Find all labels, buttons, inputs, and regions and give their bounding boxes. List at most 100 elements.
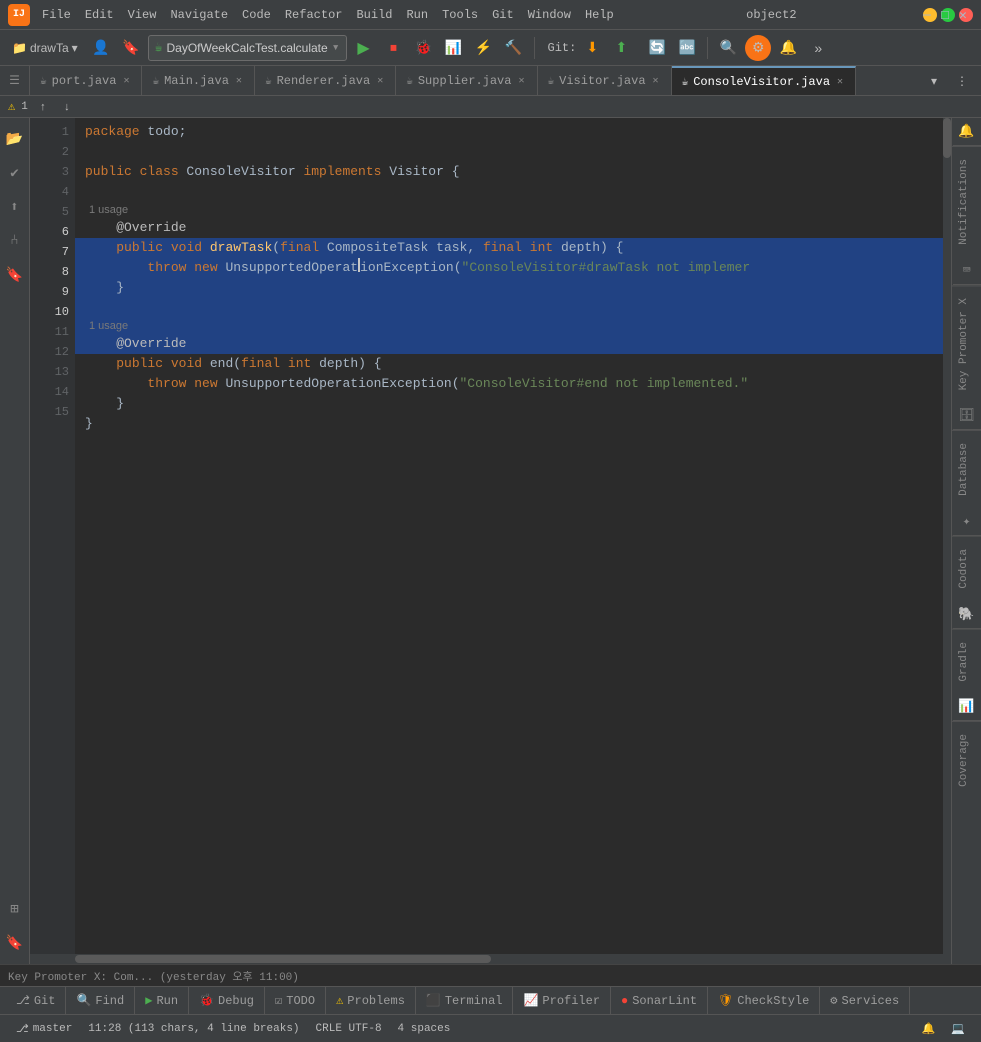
menu-bar[interactable]: File Edit View Navigate Code Refactor Bu… [36,6,620,24]
warning-count: 1 [21,101,28,113]
menu-tools[interactable]: Tools [436,6,484,24]
menu-help[interactable]: Help [579,6,620,24]
menu-code[interactable]: Code [236,6,277,24]
sidebar-structure-icon[interactable]: ⊞ [2,896,28,922]
right-panel-keypromoter-icon[interactable]: ⌨ [953,257,981,285]
menu-run[interactable]: Run [400,6,434,24]
tab-close-port[interactable]: ✕ [121,74,131,88]
menu-file[interactable]: File [36,6,77,24]
more-button[interactable]: » [805,35,831,61]
coverage-button[interactable]: 📊 [441,35,467,61]
right-panel-coverage[interactable]: Coverage [952,721,981,799]
tab-close-supplier[interactable]: ✕ [516,74,526,88]
tab-close-renderer[interactable]: ✕ [375,74,385,88]
translate-button[interactable]: 🔤 [674,35,700,61]
bottom-tab-run[interactable]: ▶ Run [135,987,189,1014]
menu-refactor[interactable]: Refactor [279,6,349,24]
code-token: final [280,238,319,258]
history-button[interactable]: 🔄 [644,35,670,61]
status-position[interactable]: 11:28 (113 chars, 4 line breaks) [80,1015,307,1042]
notifications-button[interactable]: 🔔 [775,35,801,61]
bookmark-button[interactable]: 🔖 [118,35,144,61]
menu-build[interactable]: Build [350,6,398,24]
sidebar-project-icon[interactable]: 📂 [2,126,28,152]
stop-button[interactable]: ⏹ [381,35,407,61]
menu-git[interactable]: Git [486,6,520,24]
menu-window[interactable]: Window [522,6,577,24]
project-dropdown[interactable]: 📁 drawTa ▾ [6,34,84,62]
git-pull-button[interactable]: ⬆ [608,35,634,61]
sidebar-github-icon[interactable]: ⑃ [2,228,28,254]
run-button[interactable]: ▶ [351,35,377,61]
menu-navigate[interactable]: Navigate [164,6,234,24]
maximize-button[interactable]: □ [941,8,955,22]
line-num-11: ⚙ 11 [30,322,69,342]
sidebar-pull-requests-icon[interactable]: ⬆ [2,194,28,220]
tab-dropdown-button[interactable]: ▾ [921,68,947,94]
debug-button[interactable]: 🐞 [411,35,437,61]
git-push-button[interactable]: ⬇ [579,35,605,61]
profile-button[interactable]: ⚡ [471,35,497,61]
tab-consolevisitor[interactable]: ☕ ConsoleVisitor.java ✕ [672,66,856,95]
status-bar: ⎇ master 11:28 (113 chars, 4 line breaks… [0,1014,981,1042]
bottom-tab-sonarlint[interactable]: ● SonarLint [611,987,708,1014]
right-panel-database-icon[interactable]: 🗄 [953,402,981,430]
right-panel-notifications[interactable]: Notifications [952,146,981,257]
tab-close-visitor[interactable]: ✕ [651,74,661,88]
window-controls[interactable]: ─ □ ✕ [923,8,973,22]
right-panel-notifications-icon[interactable]: 🔔 [953,118,981,146]
code-area[interactable]: package todo; public class ConsoleVisito… [75,118,951,954]
status-encoding[interactable]: CRLE UTF-8 [308,1015,390,1042]
user-button[interactable]: 👤 [88,35,114,61]
tab-main[interactable]: ☕ Main.java ✕ [142,66,254,95]
tab-close-main[interactable]: ✕ [234,74,244,88]
search-button[interactable]: 🔍 [715,35,741,61]
bottom-tab-terminal[interactable]: ⬛ Terminal [416,987,514,1014]
right-panel-codota-icon[interactable]: ✦ [953,508,981,536]
tab-port[interactable]: ☕ port.java ✕ [30,66,142,95]
tab-supplier[interactable]: ☕ Supplier.java ✕ [396,66,537,95]
vertical-scrollbar[interactable] [943,118,951,954]
menu-view[interactable]: View [122,6,163,24]
bottom-tab-services[interactable]: ⚙ Services [820,987,910,1014]
bottom-tab-git[interactable]: ⎇ Git [6,987,66,1014]
run-tab-label: Run [156,994,178,1008]
right-panel-keypromoter[interactable]: Key Promoter X [952,285,981,402]
sidebar-bookmark2-icon[interactable]: 🔖 [2,262,28,288]
bottom-tab-profiler[interactable]: 📈 Profiler [513,987,611,1014]
close-button[interactable]: ✕ [959,8,973,22]
sidebar-commit-icon[interactable]: ✔ [2,160,28,186]
editor-content[interactable]: 1 2 3 4 5 ⚙ 6 7 8 9 10 ⚙ 11 12 13 14 [30,118,951,954]
bottom-tab-todo[interactable]: ☑ TODO [265,987,326,1014]
status-notifications[interactable]: 🔔 [914,1015,944,1042]
sidebar-bookmarks-icon[interactable]: 🔖 [2,930,28,956]
right-panel-database[interactable]: Database [952,430,981,508]
h-scroll-thumb[interactable] [75,955,491,963]
right-panel-gradle-icon[interactable]: 🐘 [953,601,981,629]
tab-renderer[interactable]: ☕ Renderer.java ✕ [255,66,396,95]
status-indent[interactable]: 4 spaces [390,1015,459,1042]
right-panel-gradle[interactable]: Gradle [952,629,981,694]
status-branch[interactable]: ⎇ master [8,1015,80,1042]
right-panel-codota[interactable]: Codota [952,536,981,601]
right-panel-coverage-icon[interactable]: 📊 [953,693,981,721]
warning-up-button[interactable]: ↑ [34,98,52,116]
build-button[interactable]: 🔨 [501,35,527,61]
sidebar-toggle-icon[interactable]: ☰ [9,73,20,88]
minimize-button[interactable]: ─ [923,8,937,22]
run-config-wrap[interactable]: ☕ DayOfWeekCalcTest.calculate ▾ [148,35,347,61]
bottom-tab-problems[interactable]: ⚠ Problems [326,987,416,1014]
warning-down-button[interactable]: ↓ [58,98,76,116]
bottom-tab-debug[interactable]: 🐞 Debug [189,987,265,1014]
h-scrollbar[interactable] [75,955,906,963]
tab-visitor[interactable]: ☕ Visitor.java ✕ [538,66,672,95]
code-token: } [85,278,124,298]
menu-edit[interactable]: Edit [79,6,120,24]
scroll-thumb[interactable] [943,118,951,158]
status-memory[interactable]: 💻 [943,1015,973,1042]
bottom-tab-checkstyle[interactable]: 🛡 CheckStyle [708,987,820,1014]
tab-more-button[interactable]: ⋮ [949,68,975,94]
settings-button[interactable]: ⚙ [745,35,771,61]
bottom-tab-find[interactable]: 🔍 Find [66,987,135,1014]
tab-close-consolevisitor[interactable]: ✕ [835,75,845,89]
